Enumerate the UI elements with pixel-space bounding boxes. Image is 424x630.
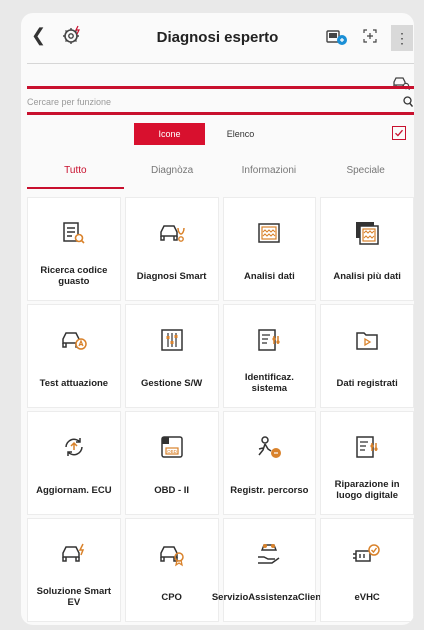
function-row: Ricerca codice guasto Diagnosi Smart Ana… <box>27 197 414 301</box>
function-evhc[interactable]: eVHC <box>320 518 414 622</box>
obd-icon: OBD <box>126 434 218 462</box>
function-row: Aggiornam. ECU OBD OBD - II Registr. per… <box>27 411 414 515</box>
ecu-update-icon <box>28 434 120 462</box>
category-tabs: Tutto Diagnòza Informazioni Speciale <box>27 163 414 189</box>
function-label: Ricerca codice guasto <box>40 265 108 287</box>
function-label: Test attuazione <box>39 377 109 389</box>
function-cpo[interactable]: CPO <box>124 518 219 622</box>
view-toggle: Icone Elenco <box>134 123 276 145</box>
function-label: CPO <box>161 591 182 603</box>
function-label: Gestione S/W <box>141 377 203 389</box>
function-row: Soluzione Smart EV CPO ServizioAssistenz… <box>27 518 414 622</box>
tab-diagnoza[interactable]: Diagnòza <box>124 163 221 187</box>
customer-service-icon <box>224 541 316 569</box>
function-digital-repair[interactable]: Riparazione in luogo digitale <box>320 411 414 515</box>
function-smart-ev[interactable]: Soluzione Smart EV <box>27 518 121 622</box>
actuation-test-icon <box>28 327 120 355</box>
search-bottom-border <box>27 112 414 115</box>
function-label: eVHC <box>354 591 380 603</box>
expand-icon[interactable] <box>362 28 378 49</box>
function-label: Dati registrati <box>336 377 398 389</box>
svg-text:OBD: OBD <box>167 449 178 454</box>
route-recording-icon <box>224 434 316 462</box>
vci-connection-icon[interactable] <box>326 28 348 51</box>
tab-informazioni[interactable]: Informazioni <box>221 163 318 187</box>
fault-code-search-icon <box>28 220 120 248</box>
function-label: Identificaz. sistema <box>244 372 294 394</box>
software-management-icon <box>126 327 218 355</box>
function-label: ServizioAssistenzaClienti <box>211 591 327 603</box>
function-software-management[interactable]: Gestione S/W <box>124 304 219 408</box>
search-icon[interactable] <box>403 95 414 113</box>
tab-tutto[interactable]: Tutto <box>27 163 124 189</box>
digital-repair-icon <box>321 434 413 462</box>
function-customer-service[interactable]: ServizioAssistenzaClienti <box>211 518 327 622</box>
function-system-identification[interactable]: Identificaz. sistema <box>222 304 317 408</box>
function-ecu-update[interactable]: Aggiornam. ECU <box>27 411 121 515</box>
page-title: Diagnosi esperto <box>156 29 279 46</box>
system-identification-icon <box>224 327 316 355</box>
function-label: OBD - II <box>154 484 190 496</box>
function-recorded-data[interactable]: Dati registrati <box>320 304 414 408</box>
evhc-icon <box>321 541 413 569</box>
tab-speciale[interactable]: Speciale <box>317 163 414 187</box>
function-label: Analisi dati <box>244 270 295 282</box>
function-route-recording[interactable]: Registr. percorso <box>222 411 317 515</box>
kebab-menu-icon: ⋮ <box>395 30 409 46</box>
function-label: Analisi più dati <box>333 270 401 282</box>
data-analysis-icon <box>224 220 316 248</box>
header-divider <box>27 63 414 64</box>
list-view-button[interactable]: Elenco <box>205 123 276 145</box>
function-label: Aggiornam. ECU <box>36 484 112 496</box>
icons-view-button[interactable]: Icone <box>134 123 205 145</box>
function-obd[interactable]: OBD OBD - II <box>124 411 219 515</box>
function-multi-data-analysis[interactable]: Analisi più dati <box>320 197 414 301</box>
cpo-icon <box>126 541 218 569</box>
smart-ev-icon <box>28 541 120 569</box>
multi-data-analysis-icon <box>321 220 413 248</box>
smart-diagnosis-icon <box>126 220 218 248</box>
function-actuation-test[interactable]: Test attuazione <box>27 304 121 408</box>
app-screen: ❮ Diagnosi esperto ⋮ Cercare per funzion… <box>21 13 414 625</box>
function-data-analysis[interactable]: Analisi dati <box>222 197 317 301</box>
search-input[interactable] <box>27 93 387 111</box>
function-grid: Ricerca codice guasto Diagnosi Smart Ana… <box>27 197 414 625</box>
function-label: Riparazione in luogo digitale <box>334 479 400 501</box>
search-top-border <box>27 86 414 89</box>
more-options-button[interactable]: ⋮ <box>391 25 413 51</box>
function-row: Test attuazione Gestione S/W Identificaz… <box>27 304 414 408</box>
select-checkbox[interactable] <box>392 126 406 140</box>
function-fault-code-search[interactable]: Ricerca codice guasto <box>27 197 121 301</box>
checkmark-icon <box>395 129 403 137</box>
function-label: Soluzione Smart EV <box>36 586 112 608</box>
function-label: Registr. percorso <box>230 484 309 496</box>
recorded-data-icon <box>321 327 413 355</box>
function-label: Diagnosi Smart <box>136 270 207 282</box>
function-smart-diagnosis[interactable]: Diagnosi Smart <box>124 197 219 301</box>
search-bar <box>27 91 414 113</box>
header: ❮ Diagnosi esperto ⋮ <box>21 13 414 57</box>
